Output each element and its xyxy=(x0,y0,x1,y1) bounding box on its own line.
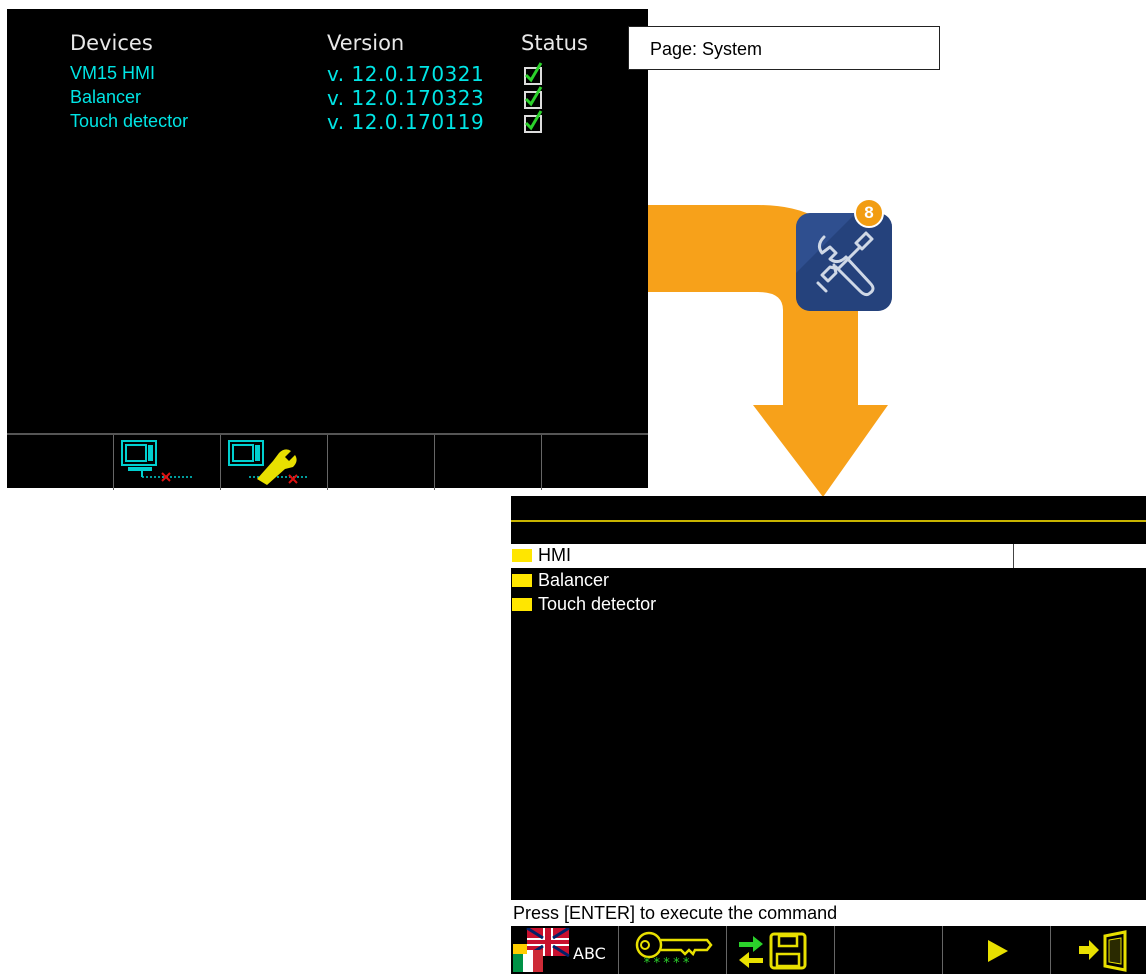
language-button[interactable]: ABC xyxy=(511,926,619,974)
folder-label: Balancer xyxy=(538,570,610,590)
list-item[interactable]: Touch detector xyxy=(511,593,1146,617)
transfer-save-icon xyxy=(739,932,807,970)
play-icon xyxy=(988,940,1008,962)
system-device-screen: Devices Version Status VM15 HMI v. 12.0.… xyxy=(7,9,648,490)
title-separator xyxy=(511,520,1146,522)
version-header: Version xyxy=(327,31,405,55)
screen2-toolbar: ABC ***** xyxy=(511,926,1146,974)
device-name: Touch detector xyxy=(70,111,189,131)
toolbar-slot-empty[interactable] xyxy=(328,435,435,490)
password-mask: ***** xyxy=(643,956,693,971)
exit-button[interactable] xyxy=(1051,926,1146,974)
device-version: v. 12.0.170119 xyxy=(327,110,485,134)
folder-icon xyxy=(512,598,532,611)
password-button[interactable]: ***** xyxy=(619,926,727,974)
wrench-screwdriver-icon xyxy=(796,213,892,311)
folder-label: HMI xyxy=(538,545,571,565)
language-flags-icon xyxy=(513,928,570,972)
folder-icon xyxy=(512,549,532,562)
toolbar-slot-empty[interactable] xyxy=(835,926,943,974)
monitor-disconnect-icon xyxy=(121,440,194,482)
service-app-icon[interactable] xyxy=(796,213,892,311)
status-bar: Press [ENTER] to execute the command xyxy=(511,900,1146,926)
device-name: VM15 HMI xyxy=(70,63,156,83)
status-header: Status xyxy=(521,31,588,55)
status-check-icon xyxy=(524,86,543,109)
toolbar-button-monitor[interactable] xyxy=(114,435,221,490)
device-name: Balancer xyxy=(70,87,142,107)
toolbar-slot-empty[interactable] xyxy=(7,435,114,490)
execute-button[interactable] xyxy=(943,926,1051,974)
transfer-save-button[interactable] xyxy=(727,926,835,974)
device-version: v. 12.0.170321 xyxy=(327,62,485,86)
folder-icon xyxy=(512,574,532,587)
status-check-icon xyxy=(524,110,543,133)
list-item-selected[interactable]: HMI xyxy=(511,544,1146,568)
toolbar-slot-empty[interactable] xyxy=(542,435,648,490)
toolbar-slot-empty[interactable] xyxy=(435,435,542,490)
language-label: ABC xyxy=(573,944,606,963)
column-divider xyxy=(1013,544,1014,568)
list-item[interactable]: Balancer xyxy=(511,569,1146,593)
exit-door-icon xyxy=(1079,930,1127,972)
toolbar-button-monitor-service[interactable] xyxy=(221,435,328,490)
device-folder-screen: HMI Balancer Touch detector Press [ENTER… xyxy=(511,496,1146,974)
devices-header: Devices xyxy=(70,31,153,55)
status-check-icon xyxy=(524,62,543,85)
screen1-toolbar xyxy=(7,433,648,490)
folder-label: Touch detector xyxy=(538,594,657,614)
monitor-wrench-icon xyxy=(228,440,307,485)
page-label: Page: System xyxy=(628,26,940,70)
notification-badge: 8 xyxy=(854,198,884,228)
device-version: v. 12.0.170323 xyxy=(327,86,485,110)
